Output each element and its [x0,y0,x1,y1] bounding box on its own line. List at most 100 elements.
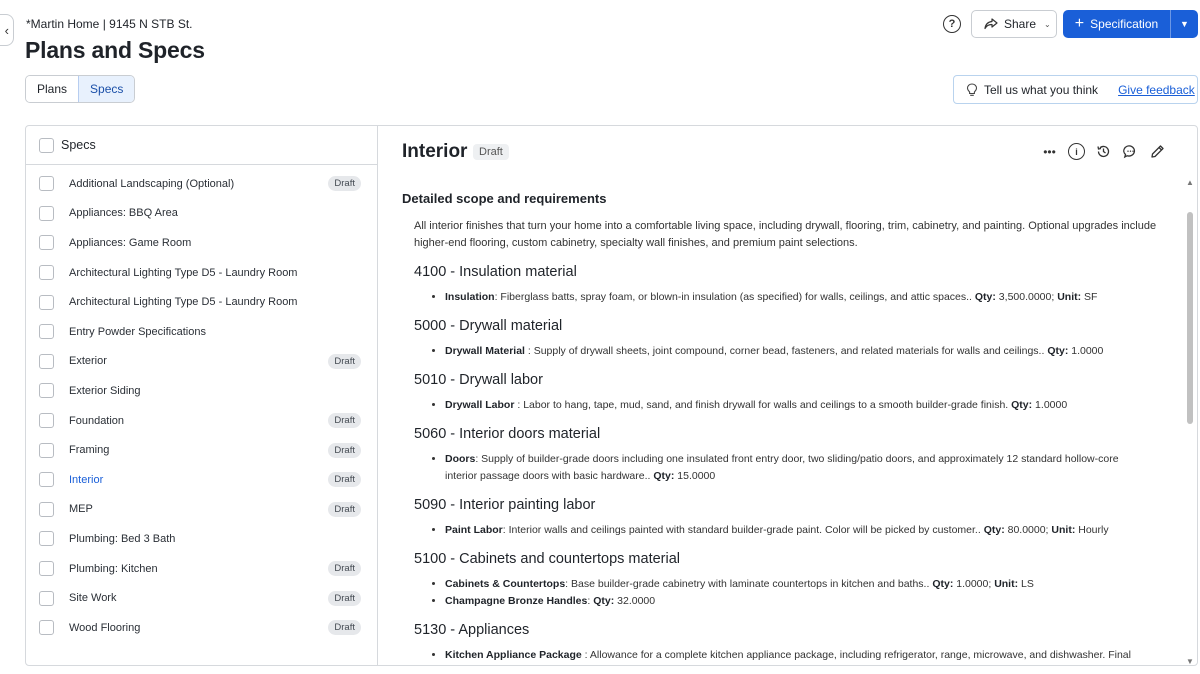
line-item-list: Drywall Material : Supply of drywall she… [445,343,1145,360]
spec-checkbox[interactable] [39,620,54,636]
info-icon[interactable]: i [1068,143,1085,160]
spec-detail: Interior Draft ••• i Detailed scope and … [379,126,1197,665]
more-icon[interactable]: ••• [1041,143,1058,160]
scrollbar-thumb[interactable] [1187,212,1193,424]
detail-content: Detailed scope and requirements All inte… [402,186,1182,665]
tab-plans[interactable]: Plans [26,76,79,102]
detail-title: Interior [402,141,468,162]
spec-list-item[interactable]: Foundation Draft [26,406,377,436]
spec-list-item[interactable]: Framing Draft [26,435,377,465]
spec-list-item[interactable]: Appliances: BBQ Area [26,199,377,229]
spec-item-label[interactable]: Architectural Lighting Type D5 - Laundry… [69,296,361,308]
collapse-sidebar-button[interactable]: ‹ [0,14,14,46]
unit-label: Unit: [994,578,1019,590]
line-item-list: Doors: Supply of builder-grade doors inc… [445,451,1145,485]
specification-dropdown-button[interactable]: ▼ [1170,10,1198,38]
status-badge: Draft [328,561,361,577]
spec-checkbox[interactable] [39,294,54,310]
line-item-text: : Supply of drywall sheets, joint compou… [524,345,1048,357]
spec-checkbox[interactable] [39,561,54,577]
share-icon [984,18,998,30]
tab-specs[interactable]: Specs [78,76,135,102]
spec-list-item[interactable]: Site Work Draft [26,583,377,613]
feedback-text: Tell us what you think [984,82,1099,97]
spec-item-label[interactable]: Appliances: Game Room [69,237,361,249]
spec-list-item[interactable]: MEP Draft [26,495,377,525]
comment-icon[interactable] [1122,143,1139,160]
cost-code-heading: 5090 - Interior painting labor [414,497,596,513]
spec-item-label[interactable]: Wood Flooring [69,622,313,634]
line-item: Drywall Material : Supply of drywall she… [445,343,1145,360]
spec-item-label[interactable]: Entry Powder Specifications [69,326,361,338]
line-item: Champagne Bronze Handles: Qty: 32.0000 [445,593,1145,610]
spec-list-item[interactable]: Plumbing: Kitchen Draft [26,554,377,584]
spec-list-item[interactable]: Interior Draft [26,465,377,495]
spec-list-item[interactable]: Architectural Lighting Type D5 - Laundry… [26,287,377,317]
status-badge: Draft [328,413,361,429]
unit-value: Hourly [1075,524,1109,536]
line-item-text: : Interior walls and ceilings painted wi… [502,524,984,536]
chevron-left-icon: ‹ [4,22,9,38]
spec-item-label[interactable]: Foundation [69,415,313,427]
spec-checkbox[interactable] [39,383,54,399]
line-item-name: Drywall Labor [445,399,515,411]
spec-checkbox[interactable] [39,413,54,429]
give-feedback-link[interactable]: Give feedback [1118,83,1195,97]
share-label: Share [1004,17,1037,31]
spec-item-label[interactable]: Additional Landscaping (Optional) [69,178,313,190]
spec-item-label[interactable]: Framing [69,444,313,456]
line-item-name: Doors [445,453,476,465]
detail-scrollbar[interactable]: ▲ ▼ [1185,178,1195,665]
spec-checkbox[interactable] [39,205,54,221]
history-icon[interactable] [1095,143,1112,160]
scroll-down-icon[interactable]: ▼ [1186,657,1194,665]
spec-list-item[interactable]: Architectural Lighting Type D5 - Laundry… [26,258,377,288]
share-button[interactable]: Share ⌄ [971,10,1057,38]
status-badge: Draft [328,620,361,636]
qty-value: 3,500.0000; [995,291,1058,303]
status-badge: Draft [328,353,361,369]
spec-checkbox[interactable] [39,176,54,192]
spec-checkbox[interactable] [39,472,54,488]
unit-label: Unit: [1051,524,1076,536]
spec-checkbox[interactable] [39,590,54,606]
spec-list-item[interactable]: Additional Landscaping (Optional) Draft [26,169,377,199]
select-all-checkbox[interactable] [39,137,54,153]
spec-list-item[interactable]: Entry Powder Specifications [26,317,377,347]
spec-item-label[interactable]: Exterior [69,355,313,367]
spec-checkbox[interactable] [39,501,54,517]
spec-item-label[interactable]: Site Work [69,592,313,604]
spec-list-item[interactable]: Wood Flooring Draft [26,613,377,643]
scope-description: All interior finishes that turn your hom… [414,220,1157,249]
spec-checkbox[interactable] [39,324,54,340]
spec-item-label[interactable]: Architectural Lighting Type D5 - Laundry… [69,267,361,279]
spec-checkbox[interactable] [39,235,54,251]
add-specification-button[interactable]: + Specification ▼ [1063,10,1198,38]
spec-list-item[interactable]: Plumbing: Bed 3 Bath [26,524,377,554]
specs-panel: Specs Additional Landscaping (Optional) D… [25,125,1198,666]
line-item: Kitchen Appliance Package : Allowance fo… [445,647,1145,664]
spec-checkbox[interactable] [39,442,54,458]
cost-code-heading: 5010 - Drywall labor [414,372,543,388]
chevron-down-icon: ⌄ [1044,19,1051,29]
line-item-list: Kitchen Appliance Package : Allowance fo… [445,647,1145,664]
spec-list-item[interactable]: Exterior Siding [26,376,377,406]
unit-value: LS [1018,578,1034,590]
spec-item-label[interactable]: Exterior Siding [69,385,361,397]
spec-item-label[interactable]: MEP [69,503,313,515]
spec-item-label[interactable]: Interior [69,474,313,486]
line-item-list: Paint Labor: Interior walls and ceilings… [445,522,1145,539]
spec-checkbox[interactable] [39,265,54,281]
specification-main-button[interactable]: + Specification [1063,10,1170,38]
detail-toolbar: ••• i [1041,143,1166,160]
spec-list-item[interactable]: Exterior Draft [26,347,377,377]
scroll-up-icon[interactable]: ▲ [1186,178,1194,187]
spec-item-label[interactable]: Plumbing: Bed 3 Bath [69,533,361,545]
spec-item-label[interactable]: Appliances: BBQ Area [69,207,361,219]
spec-checkbox[interactable] [39,353,54,369]
edit-icon[interactable] [1149,143,1166,160]
help-icon[interactable]: ? [943,15,961,33]
spec-item-label[interactable]: Plumbing: Kitchen [69,563,313,575]
spec-checkbox[interactable] [39,531,54,547]
spec-list-item[interactable]: Appliances: Game Room [26,228,377,258]
